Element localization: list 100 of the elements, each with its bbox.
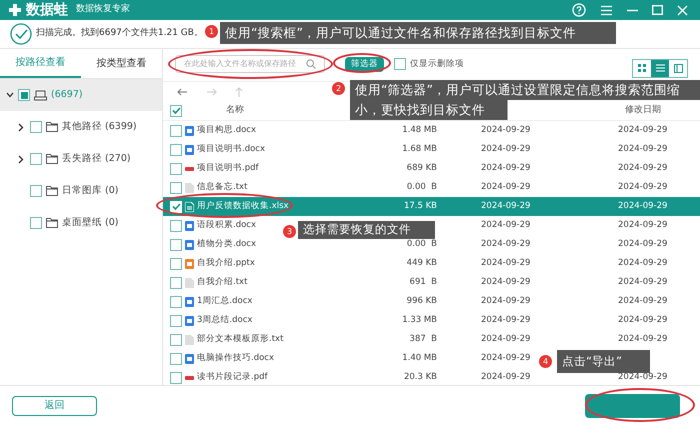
modified-date: 2024-09-29 [618, 333, 668, 346]
created-date: 2024-09-29 [481, 125, 530, 136]
folder-icon [46, 122, 58, 132]
logo-icon [8, 3, 22, 17]
file-name: 项目构思.docx [197, 125, 256, 136]
checkbox[interactable] [394, 58, 406, 70]
modified-date: 2024-09-29 [618, 219, 668, 232]
modified-date: 2024-09-29 [618, 276, 668, 289]
checkbox[interactable] [18, 89, 30, 101]
tree-item-label[interactable]: 其他路径 (6399) [62, 120, 137, 134]
checkbox[interactable] [30, 153, 42, 165]
tree-item-label[interactable]: 丢失路径 (270) [62, 152, 131, 166]
checkbox[interactable] [170, 162, 182, 174]
checkbox[interactable] [170, 144, 182, 156]
scan-status: 扫描完成。找到6697个文件共1.21 GB。 [36, 27, 203, 40]
folder-icon [46, 218, 58, 228]
list-view-icon[interactable] [651, 60, 669, 76]
step-number-badge: 1 [205, 25, 218, 38]
file-size: 689 KB [406, 163, 437, 174]
modified-date: 2024-09-29 [618, 238, 668, 251]
file-size: 0.00 B [406, 182, 437, 192]
modified-date: 2024-09-29 [618, 200, 668, 213]
created-date: 2024-09-29 [481, 277, 530, 288]
app-logo-text: 数据蛙 [26, 0, 68, 20]
file-name: 项目说明书.docx [197, 144, 266, 154]
close-icon[interactable] [677, 4, 688, 16]
help-icon[interactable] [572, 3, 586, 17]
view-tab[interactable]: 按类型查看 [81, 49, 162, 78]
checkbox[interactable] [30, 217, 42, 229]
checkbox[interactable] [170, 296, 182, 308]
app-subtitle: 数据恢复专家 [76, 3, 130, 16]
minimize-icon[interactable] [627, 8, 638, 12]
created-date: 2024-09-29 [481, 296, 530, 306]
file-name: 1周汇总.docx [197, 296, 252, 306]
checkbox[interactable] [170, 220, 182, 232]
file-name: 语段积累.docx [197, 220, 256, 230]
checkbox[interactable] [170, 258, 182, 270]
menu-icon[interactable] [600, 4, 613, 16]
file-size: 17.5 KB [404, 201, 437, 212]
checkbox[interactable] [30, 185, 42, 197]
checkbox[interactable] [170, 372, 182, 384]
checkbox[interactable] [170, 124, 182, 136]
modified-date: 2024-09-29 [618, 162, 668, 175]
search-icon [306, 59, 316, 69]
modified-date: 2024-09-29 [618, 257, 668, 270]
annotation-callout: 使用“搜索框”，用户可以通过文件名和保存路径找到目标文件 [220, 22, 616, 44]
file-size: 691 B [410, 277, 437, 288]
file-name: 部分文本模板原形.txt [197, 334, 284, 344]
tree-item-label[interactable]: 日常图库 (0) [62, 184, 118, 198]
checkbox[interactable] [170, 104, 182, 116]
file-size: 449 KB [406, 258, 437, 268]
tree-item-label[interactable]: 桌面壁纸 (0) [62, 216, 118, 230]
modified-date: 2024-09-29 [618, 314, 668, 327]
folder-icon [46, 186, 58, 196]
file-icon [185, 202, 194, 212]
file-size: 0.00 B [406, 239, 437, 250]
created-date: 2024-09-29 [481, 163, 530, 174]
up-arrow-icon[interactable] [235, 86, 243, 96]
created-date: 2024-09-29 [481, 182, 530, 192]
export-button[interactable] [585, 394, 680, 418]
created-date: 2024-09-29 [481, 353, 530, 364]
file-size: 387 B [410, 334, 437, 344]
column-header: 修改日期 [625, 104, 661, 117]
created-date: 2024-09-29 [481, 258, 530, 268]
file-name: 信息备忘.txt [197, 182, 248, 192]
step-number-badge: 3 [283, 225, 296, 238]
modified-date: 2024-09-29 [618, 143, 668, 156]
created-date: 2024-09-29 [481, 220, 530, 230]
created-date: 2024-09-29 [481, 201, 530, 212]
maximize-icon[interactable] [652, 5, 663, 15]
checkbox[interactable] [170, 276, 182, 288]
column-header: 名称 [226, 104, 244, 117]
file-size: 20.3 KB [404, 372, 437, 382]
modified-date: 2024-09-29 [618, 124, 668, 137]
filter-button[interactable]: 筛选器 [345, 56, 384, 72]
modified-date: 2024-09-29 [618, 295, 668, 308]
checkbox[interactable] [170, 238, 182, 250]
modified-date: 2024-09-29 [618, 371, 668, 384]
modified-date: 2024-09-29 [618, 181, 668, 194]
back-arrow-icon[interactable] [177, 88, 188, 96]
file-name: 项目说明书.pdf [197, 163, 258, 174]
checkbox[interactable] [170, 182, 182, 194]
file-size: 1.48 MB [402, 125, 437, 136]
file-size: 1.68 MB [402, 144, 437, 154]
check-circle-icon [10, 23, 32, 45]
created-date: 2024-09-29 [481, 315, 530, 326]
forward-arrow-icon[interactable] [206, 88, 217, 96]
annotation-callout: 点击“导出” [557, 350, 650, 373]
annotation-callout: 选择需要恢复的文件 [298, 221, 435, 239]
checkbox[interactable] [170, 314, 182, 326]
checkbox[interactable] [30, 121, 42, 133]
deleted-only-label: 仅显示删除项 [410, 58, 464, 70]
file-name: 3周总结.docx [197, 315, 252, 326]
back-button[interactable]: 返回 [12, 396, 97, 416]
file-name: 电脑操作技巧.docx [197, 353, 274, 364]
created-date: 2024-09-29 [481, 144, 530, 154]
search-field[interactable]: 在此处输入文件名称或保存路径 [175, 55, 325, 73]
checkbox[interactable] [170, 352, 182, 364]
created-date: 2024-09-29 [481, 372, 530, 382]
checkbox[interactable] [170, 334, 182, 346]
